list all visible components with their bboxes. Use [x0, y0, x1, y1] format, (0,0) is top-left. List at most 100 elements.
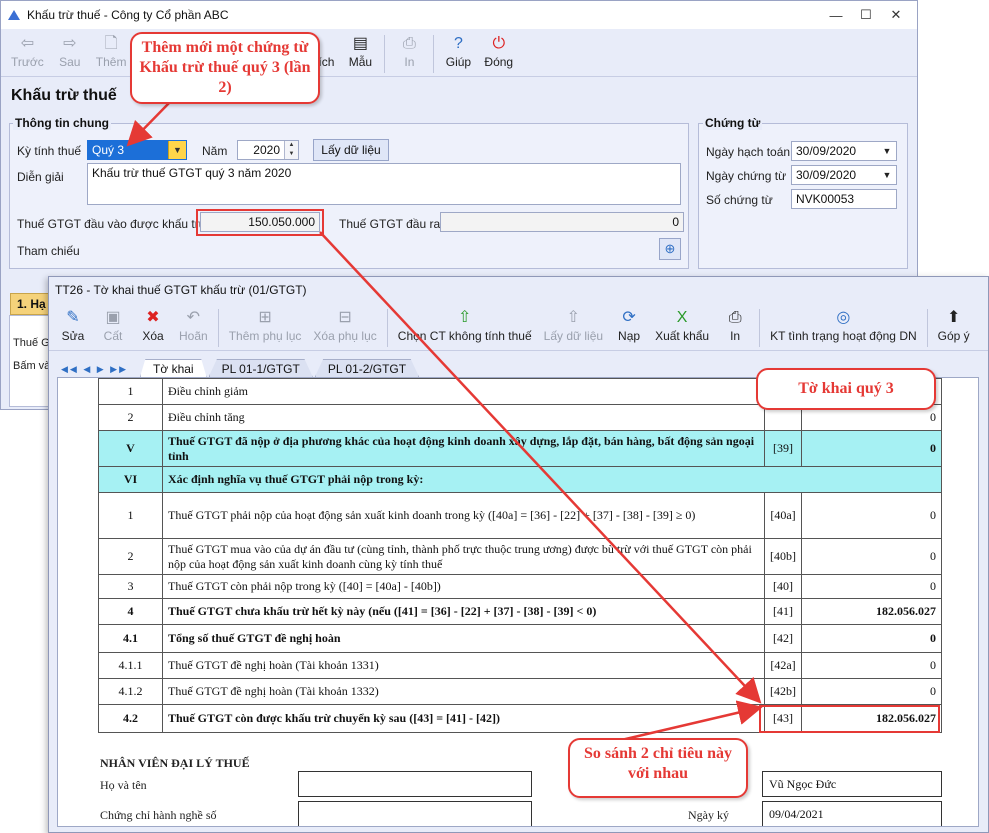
row-number-cell: 4.1	[98, 624, 163, 653]
toolbar-button-8[interactable]: ⟳ Nạp	[609, 305, 649, 345]
output-vat-field[interactable]: 0	[440, 212, 684, 232]
add-appendix-icon: ⊞	[258, 309, 272, 326]
table-row: V Thuế GTGT đã nộp ở địa phương khác của …	[98, 430, 942, 467]
toolbar-button-8[interactable]: ⎙ In	[389, 31, 429, 71]
code-cell: [39]	[764, 430, 802, 467]
row-number-cell: 2	[98, 404, 163, 431]
toolbar-button-7[interactable]: ⇧ Lấy dữ liệu	[538, 305, 609, 345]
voucher-no-input[interactable]: NVK00053	[791, 189, 897, 209]
template-icon: ▤	[352, 35, 368, 52]
value-cell[interactable]: 0	[801, 574, 942, 599]
description-cell: Xác định nghĩa vụ thuế GTGT phải nộp tro…	[162, 466, 942, 493]
row-number-cell: 1	[98, 492, 163, 539]
toolbar-button-label: Đóng	[484, 55, 514, 69]
toolbar-button-4[interactable]: ⊞ Thêm phụ lục	[223, 305, 308, 345]
save-icon: ▣	[105, 309, 121, 326]
toolbar-button-label: KT tình trạng hoạt động DN	[770, 329, 917, 343]
declaration-table: 1 Điều chỉnh giảm 2 Điều chỉnh tăng 0 V Thuế G…	[98, 378, 942, 733]
toolbar-separator	[759, 309, 761, 347]
toolbar-button-5[interactable]: ⊟ Xóa phụ lục	[307, 305, 382, 345]
toolbar-button-7[interactable]: ▤ Mẫu	[340, 31, 380, 71]
tab-pl-01-2[interactable]: PL 01-2/GTGT	[314, 359, 420, 377]
agent-cert-input[interactable]	[298, 801, 532, 826]
toolbar-button-6[interactable]: ⇧ Chọn CT không tính thuế	[392, 305, 538, 345]
toolbar-button-11[interactable]: ◎ KT tình trạng hoạt động DN	[764, 305, 923, 345]
maximize-icon[interactable]: ☐	[851, 7, 881, 23]
toolbar-button-label: Cất	[103, 329, 123, 343]
toolbar-button-9[interactable]: X Xuất khẩu	[649, 305, 715, 345]
voucher-date-picker[interactable]: 30/09/2020 ▼	[791, 165, 897, 185]
chevron-down-icon[interactable]: ▼	[878, 142, 896, 160]
year-stepper[interactable]: 2020 ▲ ▼	[237, 140, 299, 160]
toolbar-button-12[interactable]: ⬆ Góp ý	[932, 305, 976, 345]
general-info-label: Thông tin chung	[13, 116, 111, 130]
toolbar-button-0[interactable]: ✎ Sửa	[53, 305, 93, 345]
edit-icon: ✎	[66, 309, 80, 326]
value-cell[interactable]: 0	[801, 678, 942, 705]
toolbar-button-label: Trước	[11, 55, 44, 69]
toolbar-button-10[interactable]: ⏻ Đóng	[478, 31, 519, 71]
signer-name-field[interactable]: Vũ Ngọc Đức	[762, 771, 942, 797]
table-row: 4.1.1 Thuế GTGT đề nghị hoàn (Tài khoản 1…	[98, 652, 942, 679]
description-cell: Thuế GTGT mua vào của dự án đầu tư (cùng…	[162, 538, 765, 575]
sign-date-label: Ngày ký	[688, 808, 729, 822]
value-cell[interactable]: 182.056.027	[801, 598, 942, 625]
toolbar-separator	[433, 35, 435, 73]
value-cell[interactable]: 0	[801, 538, 942, 575]
grid-row-1: Thuế G	[13, 337, 50, 349]
chevron-down-icon[interactable]: ▼	[168, 141, 186, 159]
agent-cert-label: Chứng chỉ hành nghề số	[100, 808, 217, 822]
value-cell[interactable]: 0	[801, 430, 942, 467]
arrow-left-icon: ⇦	[20, 35, 35, 52]
zoom-search-icon[interactable]: ⊕	[659, 238, 681, 260]
posting-date-picker[interactable]: 30/09/2020 ▼	[791, 141, 897, 161]
spin-icon[interactable]: ▲ ▼	[284, 141, 298, 159]
toolbar-button-1[interactable]: ▣ Cất	[93, 305, 133, 345]
toolbar-button-0[interactable]: ⇦ Trước	[5, 31, 50, 71]
row-number-cell: 2	[98, 538, 163, 575]
callout-compare: So sánh 2 chỉ tiêu này với nhau	[568, 738, 748, 798]
declaration-window-title: TT26 - Tờ khai thuế GTGT khấu trừ (01/GT…	[55, 283, 307, 297]
toolbar-button-3[interactable]: ↶ Hoãn	[173, 305, 214, 345]
toolbar-button-label: Sửa	[61, 329, 85, 343]
agent-name-label: Họ và tên	[100, 778, 147, 792]
up-arrow-icon: ⇧	[458, 309, 472, 326]
row-number-cell: 4	[98, 598, 163, 625]
tab-declaration[interactable]: Tờ khai	[140, 359, 207, 377]
toolbar-button-label: Giúp	[445, 55, 472, 69]
value-cell[interactable]: 0	[801, 492, 942, 539]
printer-icon: ⎙	[403, 35, 416, 52]
toolbar-button-label: In	[730, 329, 741, 343]
period-select[interactable]: Quý 3 ▼	[87, 140, 187, 160]
toolbar-button-label: Lấy dữ liệu	[543, 329, 604, 343]
help-icon: ?	[453, 35, 463, 52]
toolbar-button-label: Xóa phụ lục	[313, 329, 377, 343]
toolbar-button-label: Góp ý	[937, 329, 970, 343]
close-icon[interactable]: ✕	[881, 7, 911, 23]
page-title: Khấu trừ thuế	[11, 87, 117, 104]
minimize-icon[interactable]: —	[821, 8, 851, 23]
sign-date-field[interactable]: 09/04/2021	[762, 801, 942, 826]
toolbar-button-10[interactable]: ⎙ In	[715, 305, 755, 345]
agent-name-input[interactable]	[298, 771, 532, 797]
description-input[interactable]: Khấu trừ thuế GTGT quý 3 năm 2020	[87, 163, 681, 205]
toolbar-button-label: Thêm phụ lục	[228, 329, 302, 343]
description-label: Diễn giải	[17, 170, 64, 184]
table-row: 1 Thuế GTGT phải nộp của hoạt động sản xu…	[98, 492, 942, 539]
description-cell: Thuế GTGT đề nghị hoàn (Tài khoản 1331)	[162, 652, 765, 679]
chevron-down-icon[interactable]: ▼	[878, 166, 896, 184]
tab-pl-01-1[interactable]: PL 01-1/GTGT	[208, 359, 313, 377]
toolbar-button-2[interactable]: 🗋 Thêm	[90, 31, 133, 71]
toolbar-button-2[interactable]: ✖ Xóa	[133, 305, 173, 345]
load-data-button[interactable]: Lấy dữ liệu	[313, 139, 389, 161]
table-row: 4.1 Tổng số thuế GTGT đề nghị hoàn [42] 0	[98, 624, 942, 653]
toolbar-button-label: Xóa	[142, 329, 164, 343]
feedback-icon: ⬆	[946, 309, 961, 326]
toolbar-button-9[interactable]: ? Giúp	[438, 31, 478, 71]
value-cell[interactable]: 0	[801, 624, 942, 653]
description-cell: Thuế GTGT còn được khấu trừ chuyển kỳ sa…	[162, 704, 765, 733]
toolbar-button-1[interactable]: ⇨ Sau	[50, 31, 90, 71]
row-number-cell: V	[98, 430, 163, 467]
value-cell[interactable]: 0	[801, 652, 942, 679]
tab-nav-arrows-icon[interactable]: ◀◀ ◀ ▶ ▶▶	[57, 362, 132, 377]
